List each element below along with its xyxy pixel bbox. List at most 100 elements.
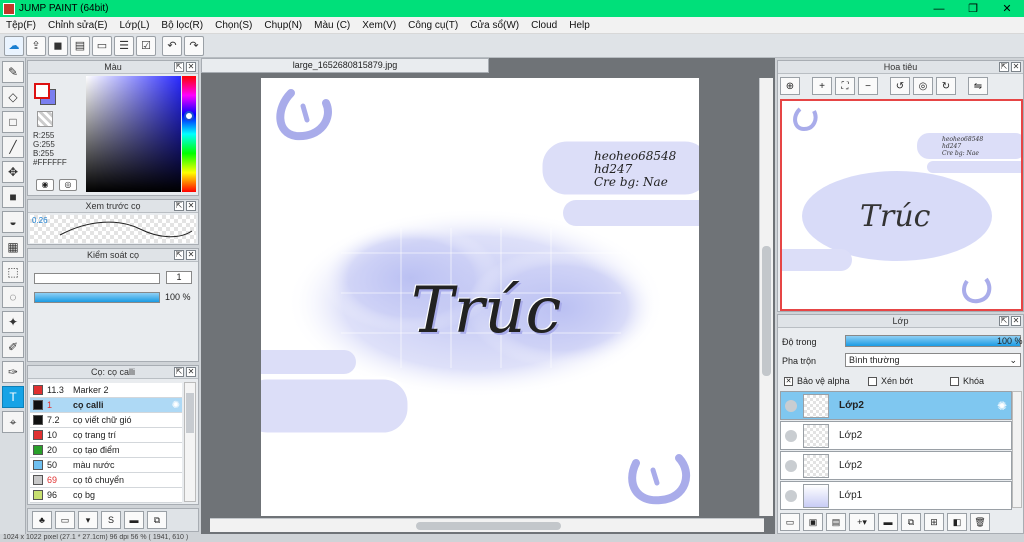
menu-color[interactable]: Màu (C)	[308, 20, 356, 31]
brush-size-input[interactable]: 1	[166, 271, 192, 284]
menu-view[interactable]: Xem(V)	[356, 20, 402, 31]
undo-icon[interactable]: ↶	[162, 35, 182, 56]
text-tool-icon[interactable]: T	[2, 386, 24, 408]
undock-icon[interactable]: ⇱	[174, 201, 184, 211]
document-canvas[interactable]: heoheo68548 hd247 Cre bg: Nae Trúc	[261, 78, 699, 516]
line-tool-icon[interactable]: ╱	[2, 136, 24, 158]
brush-item[interactable]: 50 màu nước	[30, 458, 182, 473]
new-layer-icon[interactable]: ▭	[780, 513, 800, 531]
layer-opacity-slider[interactable]	[845, 335, 1021, 347]
transparent-color-swatch[interactable]	[37, 111, 53, 127]
undock-icon[interactable]: ⇱	[174, 250, 184, 260]
close-panel-icon[interactable]: ✕	[186, 62, 196, 72]
clipping-checkbox[interactable]: Xén bớt	[868, 376, 913, 386]
layer-row[interactable]: Lớp1	[780, 481, 1012, 510]
fit-icon[interactable]: ⛶	[835, 77, 855, 95]
layer-row[interactable]: Lớp2 ✺	[780, 391, 1012, 420]
rotate-left-icon[interactable]: ↺	[890, 77, 910, 95]
close-panel-icon[interactable]: ✕	[1011, 316, 1021, 326]
cloud-icon[interactable]: ☁	[4, 35, 24, 56]
new-layer-copy-icon[interactable]: ▣	[803, 513, 823, 531]
brush-settings-icon[interactable]: S	[101, 511, 121, 529]
brush-item[interactable]: 20 cọ tạo điểm	[30, 443, 182, 458]
document-icon[interactable]: ▭	[92, 35, 112, 56]
rotate-right-icon[interactable]: ↻	[936, 77, 956, 95]
gear-icon[interactable]: ✺	[997, 399, 1007, 413]
gear-icon[interactable]: ✺	[172, 400, 180, 411]
list-icon[interactable]: ☰	[114, 35, 134, 56]
layer-mask-icon[interactable]: ◧	[947, 513, 967, 531]
brush-size-slider[interactable]	[34, 273, 160, 284]
layer-list-scrollbar[interactable]	[1012, 391, 1022, 508]
share-icon[interactable]: ⇪	[26, 35, 46, 56]
navigator-preview[interactable]: Trúc heoheo68548 hd247 Cre bg: Nae	[780, 99, 1023, 311]
delete-layer-icon[interactable]: 🗑	[970, 513, 990, 531]
blend-mode-select[interactable]: Bình thường ⌄	[845, 353, 1021, 367]
comment-icon[interactable]: ◼	[48, 35, 68, 56]
add-layer-menu-icon[interactable]: +▾	[849, 513, 875, 531]
brush-copy-icon[interactable]: ⧉	[147, 511, 167, 529]
undock-icon[interactable]: ⇱	[174, 367, 184, 377]
layer-duplicate-icon[interactable]: ⧉	[901, 513, 921, 531]
brush-tool-icon[interactable]: ✎	[2, 61, 24, 83]
checklist-icon[interactable]: ☑	[136, 35, 156, 56]
close-panel-icon[interactable]: ✕	[1011, 62, 1021, 72]
layer-row[interactable]: Lớp2	[780, 421, 1012, 450]
menu-cloud[interactable]: Cloud	[525, 20, 563, 31]
visibility-eye-icon[interactable]	[785, 429, 797, 442]
zoom-out-icon[interactable]: −	[858, 77, 878, 95]
brush-opacity-slider[interactable]	[34, 292, 160, 303]
palette-icon[interactable]: ◉	[36, 179, 54, 191]
flip-icon[interactable]: ⇋	[968, 77, 988, 95]
menu-select[interactable]: Chọn(S)	[209, 20, 258, 31]
layer-folder-icon[interactable]: ▬	[878, 513, 898, 531]
close-panel-icon[interactable]: ✕	[186, 367, 196, 377]
bucket-tool-icon[interactable]: ◒	[2, 211, 24, 233]
gradient-tool-icon[interactable]: ▦	[2, 236, 24, 258]
magic-wand-tool-icon[interactable]: ✦	[2, 311, 24, 333]
select-eraser-tool-icon[interactable]: ✑	[2, 361, 24, 383]
move-tool-icon[interactable]: ✥	[2, 161, 24, 183]
canvas-vertical-scrollbar[interactable]	[759, 78, 773, 516]
zoom-100-icon[interactable]: ⊕	[780, 77, 800, 95]
palette-add-icon[interactable]: ◎	[59, 179, 77, 191]
menu-capture[interactable]: Chụp(N)	[258, 20, 308, 31]
visibility-eye-icon[interactable]	[785, 489, 797, 502]
undock-icon[interactable]: ⇱	[999, 316, 1009, 326]
canvas-horizontal-scrollbar[interactable]	[210, 518, 764, 532]
undock-icon[interactable]: ⇱	[174, 62, 184, 72]
eyedropper-tool-icon[interactable]: ⌖	[2, 411, 24, 433]
document-tab[interactable]: large_1652680815879.jpg	[201, 58, 489, 73]
brush-menu-icon[interactable]: ▾	[78, 511, 98, 529]
select-rect-tool-icon[interactable]: ⬚	[2, 261, 24, 283]
brush-item[interactable]: 96 cọ bg	[30, 488, 182, 503]
brush-folder-icon[interactable]: ▬	[124, 511, 144, 529]
layer-merge-icon[interactable]: ⊞	[924, 513, 944, 531]
chat-icon[interactable]: ▤	[70, 35, 90, 56]
rotate-reset-icon[interactable]: ◎	[913, 77, 933, 95]
brush-item[interactable]: 11.3 Marker 2	[30, 383, 182, 398]
menu-tools[interactable]: Công cụ(T)	[402, 20, 464, 31]
menu-file[interactable]: Tệp(F)	[0, 20, 42, 31]
new-brush-icon[interactable]: ▭	[55, 511, 75, 529]
maximize-button[interactable]: ❐	[956, 0, 990, 17]
alpha-protect-checkbox[interactable]: ✕ Bảo vệ alpha	[784, 376, 850, 386]
brush-tree-icon[interactable]: ♣	[32, 511, 52, 529]
minimize-button[interactable]: —	[922, 0, 956, 17]
lasso-tool-icon[interactable]: ◌	[2, 286, 24, 308]
hue-slider-knob[interactable]	[184, 111, 194, 121]
brush-list-scrollbar[interactable]	[184, 382, 196, 502]
brush-item[interactable]: 10 cọ trang trí	[30, 428, 182, 443]
foreground-color-swatch[interactable]	[34, 83, 50, 99]
lock-checkbox[interactable]: Khóa	[950, 376, 984, 386]
layer-settings-icon[interactable]: ▤	[826, 513, 846, 531]
redo-icon[interactable]: ↷	[184, 35, 204, 56]
fill-rect-tool-icon[interactable]: ■	[2, 186, 24, 208]
menu-help[interactable]: Help	[563, 20, 596, 31]
brush-item[interactable]: 69 cọ tô chuyển	[30, 473, 182, 488]
undock-icon[interactable]: ⇱	[999, 62, 1009, 72]
hue-slider[interactable]	[182, 76, 196, 192]
menu-edit[interactable]: Chỉnh sửa(E)	[42, 20, 114, 31]
menu-window[interactable]: Cửa sổ(W)	[464, 20, 525, 31]
close-panel-icon[interactable]: ✕	[186, 201, 196, 211]
